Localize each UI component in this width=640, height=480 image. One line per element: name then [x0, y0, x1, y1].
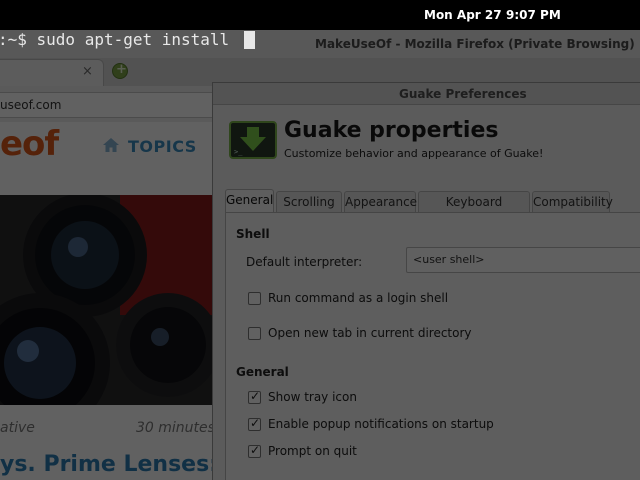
- popup-notifications-label: Enable popup notifications on startup: [268, 417, 494, 431]
- checkmark-icon: ✓: [250, 389, 261, 403]
- guake-preferences-window: Guake Preferences >_ Guake properties Cu…: [212, 82, 640, 480]
- tray-icon-label: Show tray icon: [268, 390, 357, 404]
- login-shell-checkbox[interactable]: [248, 292, 261, 305]
- tab-compatibility[interactable]: Compatibility: [532, 191, 613, 213]
- general-tab-panel: Shell Default interpreter: <user shell> …: [225, 212, 640, 480]
- article-headline[interactable]: ys. Prime Lenses:: [0, 452, 218, 477]
- topics-link[interactable]: TOPICS: [128, 137, 197, 156]
- default-interpreter-select[interactable]: <user shell>: [406, 247, 640, 273]
- tray-icon-option[interactable]: ✓ Show tray icon: [248, 389, 548, 407]
- terminal-cursor: [244, 31, 255, 49]
- shell-section-heading: Shell: [236, 227, 270, 241]
- tab-appearance[interactable]: Appearance: [344, 191, 417, 213]
- prompt-on-quit-checkbox[interactable]: ✓: [248, 443, 261, 458]
- new-tab-directory-option[interactable]: Open new tab in current directory: [248, 325, 548, 343]
- url-text: useof.com: [0, 98, 62, 112]
- default-interpreter-label: Default interpreter:: [246, 255, 363, 269]
- app-subtitle: Customize behavior and appearance of Gua…: [284, 147, 544, 160]
- new-tab-button[interactable]: +: [112, 62, 128, 79]
- site-logo[interactable]: eof: [0, 124, 59, 164]
- guake-terminal-prompt[interactable]: :~$ sudo apt-get install: [0, 30, 300, 52]
- login-shell-label: Run command as a login shell: [268, 291, 449, 305]
- tray-icon-checkbox[interactable]: ✓: [248, 389, 261, 404]
- svg-text:>_: >_: [234, 148, 243, 156]
- new-tab-directory-label: Open new tab in current directory: [268, 326, 472, 340]
- plus-icon: +: [116, 62, 127, 77]
- general-section-heading: General: [236, 365, 289, 379]
- default-interpreter-value: <user shell>: [413, 253, 485, 266]
- guake-logo-icon: >_: [229, 121, 277, 159]
- terminal-command-text: :~$ sudo apt-get install: [0, 30, 230, 49]
- app-heading: Guake properties: [284, 118, 499, 143]
- home-icon[interactable]: [102, 136, 120, 154]
- article-category[interactable]: ative: [0, 420, 35, 436]
- popup-notifications-checkbox[interactable]: ✓: [248, 416, 261, 431]
- browser-tab[interactable]: ×: [0, 59, 104, 86]
- preferences-window-title: Guake Preferences: [399, 87, 527, 101]
- checkmark-icon: ✓: [250, 416, 261, 430]
- tab-keyboard-shortcuts[interactable]: Keyboard shortcuts: [418, 191, 530, 230]
- top-panel: Mon Apr 27 9:07 PM: [0, 0, 640, 30]
- article-hero-image[interactable]: [0, 195, 215, 405]
- firefox-window-title: MakeUseOf - Mozilla Firefox (Private Bro…: [315, 37, 635, 51]
- close-tab-icon[interactable]: ×: [82, 64, 93, 79]
- panel-date[interactable]: Mon Apr 27: [424, 8, 502, 22]
- tab-scrolling[interactable]: Scrolling: [276, 191, 342, 213]
- new-tab-directory-checkbox[interactable]: [248, 327, 261, 340]
- popup-notifications-option[interactable]: ✓ Enable popup notifications on startup: [248, 416, 578, 434]
- prompt-on-quit-option[interactable]: ✓ Prompt on quit: [248, 443, 548, 461]
- checkmark-icon: ✓: [250, 443, 261, 457]
- preferences-tab-bar: General Scrolling Appearance Keyboard sh…: [225, 189, 640, 230]
- prompt-on-quit-label: Prompt on quit: [268, 444, 357, 458]
- article-time: 30 minutes: [136, 420, 215, 436]
- preferences-titlebar[interactable]: Guake Preferences: [213, 83, 640, 105]
- tab-general[interactable]: General: [225, 189, 274, 214]
- login-shell-option[interactable]: Run command as a login shell: [248, 290, 548, 308]
- panel-clock[interactable]: 9:07 PM: [506, 8, 561, 22]
